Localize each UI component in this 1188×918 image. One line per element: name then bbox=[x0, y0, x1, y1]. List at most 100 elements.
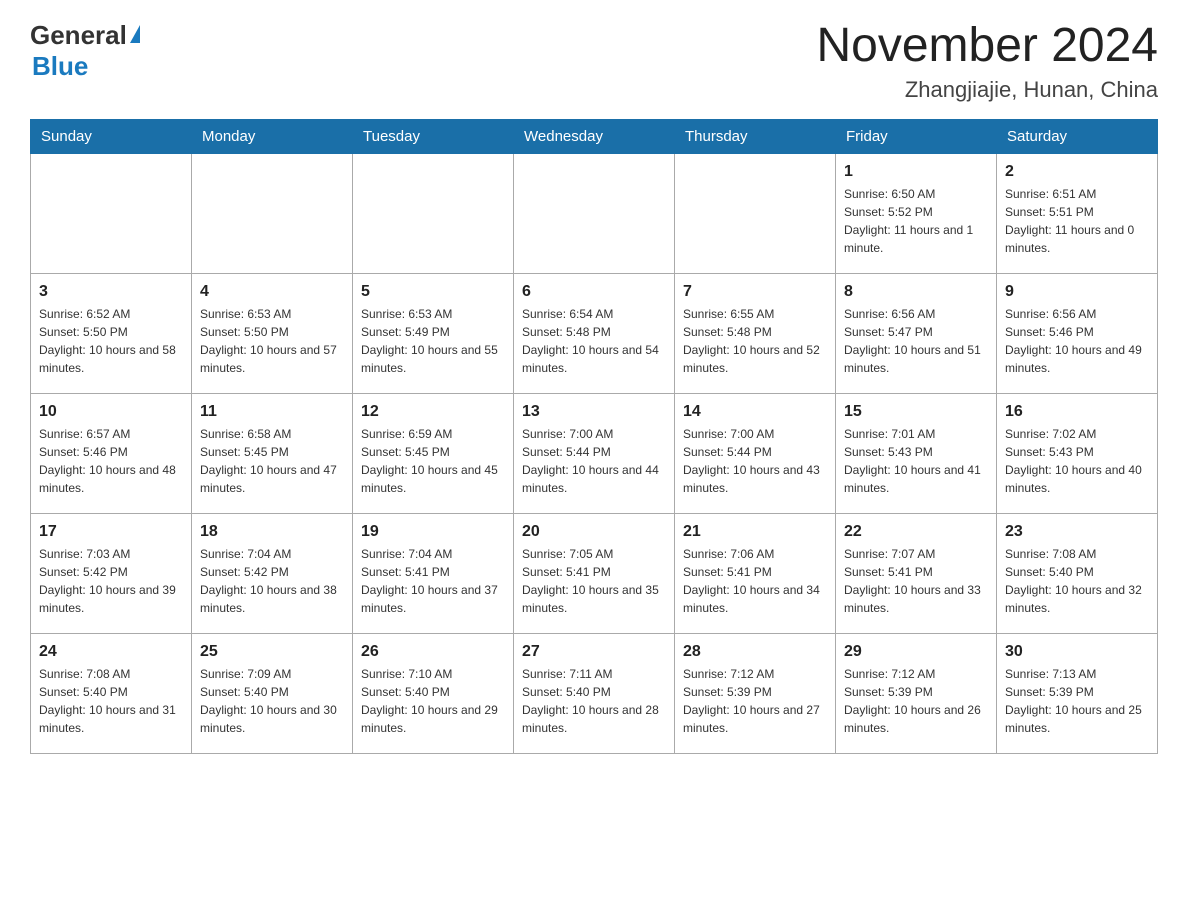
day-info: Sunrise: 7:13 AMSunset: 5:39 PMDaylight:… bbox=[1005, 665, 1149, 737]
day-number: 10 bbox=[39, 400, 183, 423]
day-number: 9 bbox=[1005, 280, 1149, 303]
day-number: 12 bbox=[361, 400, 505, 423]
calendar-cell: 12Sunrise: 6:59 AMSunset: 5:45 PMDayligh… bbox=[353, 393, 514, 513]
day-info: Sunrise: 7:08 AMSunset: 5:40 PMDaylight:… bbox=[1005, 545, 1149, 617]
day-info: Sunrise: 7:00 AMSunset: 5:44 PMDaylight:… bbox=[522, 425, 666, 497]
day-number: 21 bbox=[683, 520, 827, 543]
day-number: 13 bbox=[522, 400, 666, 423]
day-info: Sunrise: 6:50 AMSunset: 5:52 PMDaylight:… bbox=[844, 185, 988, 257]
day-number: 11 bbox=[200, 400, 344, 423]
day-number: 25 bbox=[200, 640, 344, 663]
calendar-cell: 24Sunrise: 7:08 AMSunset: 5:40 PMDayligh… bbox=[31, 633, 192, 753]
logo: General Blue bbox=[30, 20, 140, 82]
calendar-cell: 5Sunrise: 6:53 AMSunset: 5:49 PMDaylight… bbox=[353, 273, 514, 393]
day-info: Sunrise: 6:57 AMSunset: 5:46 PMDaylight:… bbox=[39, 425, 183, 497]
calendar-cell: 21Sunrise: 7:06 AMSunset: 5:41 PMDayligh… bbox=[675, 513, 836, 633]
day-info: Sunrise: 7:08 AMSunset: 5:40 PMDaylight:… bbox=[39, 665, 183, 737]
logo-triangle-icon bbox=[130, 25, 140, 43]
calendar-header-row: SundayMondayTuesdayWednesdayThursdayFrid… bbox=[31, 119, 1158, 153]
calendar-cell bbox=[514, 153, 675, 273]
calendar-cell: 29Sunrise: 7:12 AMSunset: 5:39 PMDayligh… bbox=[836, 633, 997, 753]
title-section: November 2024 Zhangjiajie, Hunan, China bbox=[816, 20, 1158, 103]
calendar-cell: 26Sunrise: 7:10 AMSunset: 5:40 PMDayligh… bbox=[353, 633, 514, 753]
calendar-cell: 27Sunrise: 7:11 AMSunset: 5:40 PMDayligh… bbox=[514, 633, 675, 753]
calendar-cell: 23Sunrise: 7:08 AMSunset: 5:40 PMDayligh… bbox=[997, 513, 1158, 633]
calendar-header-sunday: Sunday bbox=[31, 119, 192, 153]
day-info: Sunrise: 7:02 AMSunset: 5:43 PMDaylight:… bbox=[1005, 425, 1149, 497]
day-number: 3 bbox=[39, 280, 183, 303]
day-info: Sunrise: 7:00 AMSunset: 5:44 PMDaylight:… bbox=[683, 425, 827, 497]
calendar-cell bbox=[192, 153, 353, 273]
day-number: 22 bbox=[844, 520, 988, 543]
day-info: Sunrise: 7:12 AMSunset: 5:39 PMDaylight:… bbox=[844, 665, 988, 737]
page-header: General Blue November 2024 Zhangjiajie, … bbox=[30, 20, 1158, 103]
calendar-cell: 7Sunrise: 6:55 AMSunset: 5:48 PMDaylight… bbox=[675, 273, 836, 393]
day-info: Sunrise: 7:01 AMSunset: 5:43 PMDaylight:… bbox=[844, 425, 988, 497]
day-info: Sunrise: 6:55 AMSunset: 5:48 PMDaylight:… bbox=[683, 305, 827, 377]
calendar-cell: 25Sunrise: 7:09 AMSunset: 5:40 PMDayligh… bbox=[192, 633, 353, 753]
calendar-cell: 19Sunrise: 7:04 AMSunset: 5:41 PMDayligh… bbox=[353, 513, 514, 633]
day-number: 28 bbox=[683, 640, 827, 663]
location-title: Zhangjiajie, Hunan, China bbox=[816, 77, 1158, 103]
day-info: Sunrise: 6:51 AMSunset: 5:51 PMDaylight:… bbox=[1005, 185, 1149, 257]
day-number: 17 bbox=[39, 520, 183, 543]
day-number: 29 bbox=[844, 640, 988, 663]
calendar-cell: 11Sunrise: 6:58 AMSunset: 5:45 PMDayligh… bbox=[192, 393, 353, 513]
day-number: 15 bbox=[844, 400, 988, 423]
day-info: Sunrise: 6:58 AMSunset: 5:45 PMDaylight:… bbox=[200, 425, 344, 497]
day-number: 23 bbox=[1005, 520, 1149, 543]
calendar-week-row: 17Sunrise: 7:03 AMSunset: 5:42 PMDayligh… bbox=[31, 513, 1158, 633]
calendar-cell: 10Sunrise: 6:57 AMSunset: 5:46 PMDayligh… bbox=[31, 393, 192, 513]
day-number: 7 bbox=[683, 280, 827, 303]
calendar-cell: 3Sunrise: 6:52 AMSunset: 5:50 PMDaylight… bbox=[31, 273, 192, 393]
day-number: 6 bbox=[522, 280, 666, 303]
calendar-header-saturday: Saturday bbox=[997, 119, 1158, 153]
calendar-week-row: 1Sunrise: 6:50 AMSunset: 5:52 PMDaylight… bbox=[31, 153, 1158, 273]
day-number: 1 bbox=[844, 160, 988, 183]
calendar-cell: 14Sunrise: 7:00 AMSunset: 5:44 PMDayligh… bbox=[675, 393, 836, 513]
calendar-cell: 22Sunrise: 7:07 AMSunset: 5:41 PMDayligh… bbox=[836, 513, 997, 633]
day-info: Sunrise: 6:53 AMSunset: 5:50 PMDaylight:… bbox=[200, 305, 344, 377]
calendar-cell: 13Sunrise: 7:00 AMSunset: 5:44 PMDayligh… bbox=[514, 393, 675, 513]
day-info: Sunrise: 7:04 AMSunset: 5:42 PMDaylight:… bbox=[200, 545, 344, 617]
day-number: 14 bbox=[683, 400, 827, 423]
calendar-header-friday: Friday bbox=[836, 119, 997, 153]
logo-blue-text: Blue bbox=[32, 51, 88, 82]
calendar-cell: 20Sunrise: 7:05 AMSunset: 5:41 PMDayligh… bbox=[514, 513, 675, 633]
calendar-cell: 8Sunrise: 6:56 AMSunset: 5:47 PMDaylight… bbox=[836, 273, 997, 393]
calendar-cell: 18Sunrise: 7:04 AMSunset: 5:42 PMDayligh… bbox=[192, 513, 353, 633]
calendar-cell bbox=[675, 153, 836, 273]
calendar-cell: 9Sunrise: 6:56 AMSunset: 5:46 PMDaylight… bbox=[997, 273, 1158, 393]
day-number: 20 bbox=[522, 520, 666, 543]
day-number: 5 bbox=[361, 280, 505, 303]
calendar-week-row: 3Sunrise: 6:52 AMSunset: 5:50 PMDaylight… bbox=[31, 273, 1158, 393]
day-info: Sunrise: 7:04 AMSunset: 5:41 PMDaylight:… bbox=[361, 545, 505, 617]
calendar-cell: 15Sunrise: 7:01 AMSunset: 5:43 PMDayligh… bbox=[836, 393, 997, 513]
day-info: Sunrise: 6:56 AMSunset: 5:46 PMDaylight:… bbox=[1005, 305, 1149, 377]
day-info: Sunrise: 7:05 AMSunset: 5:41 PMDaylight:… bbox=[522, 545, 666, 617]
day-number: 19 bbox=[361, 520, 505, 543]
day-info: Sunrise: 6:54 AMSunset: 5:48 PMDaylight:… bbox=[522, 305, 666, 377]
calendar-cell: 16Sunrise: 7:02 AMSunset: 5:43 PMDayligh… bbox=[997, 393, 1158, 513]
calendar-week-row: 10Sunrise: 6:57 AMSunset: 5:46 PMDayligh… bbox=[31, 393, 1158, 513]
day-info: Sunrise: 6:52 AMSunset: 5:50 PMDaylight:… bbox=[39, 305, 183, 377]
calendar-cell: 1Sunrise: 6:50 AMSunset: 5:52 PMDaylight… bbox=[836, 153, 997, 273]
calendar-cell: 28Sunrise: 7:12 AMSunset: 5:39 PMDayligh… bbox=[675, 633, 836, 753]
day-info: Sunrise: 7:11 AMSunset: 5:40 PMDaylight:… bbox=[522, 665, 666, 737]
calendar-cell: 6Sunrise: 6:54 AMSunset: 5:48 PMDaylight… bbox=[514, 273, 675, 393]
day-number: 8 bbox=[844, 280, 988, 303]
day-info: Sunrise: 7:09 AMSunset: 5:40 PMDaylight:… bbox=[200, 665, 344, 737]
day-info: Sunrise: 7:07 AMSunset: 5:41 PMDaylight:… bbox=[844, 545, 988, 617]
day-number: 24 bbox=[39, 640, 183, 663]
day-number: 26 bbox=[361, 640, 505, 663]
day-number: 27 bbox=[522, 640, 666, 663]
calendar-table: SundayMondayTuesdayWednesdayThursdayFrid… bbox=[30, 119, 1158, 754]
day-number: 30 bbox=[1005, 640, 1149, 663]
day-info: Sunrise: 6:59 AMSunset: 5:45 PMDaylight:… bbox=[361, 425, 505, 497]
calendar-header-tuesday: Tuesday bbox=[353, 119, 514, 153]
day-number: 4 bbox=[200, 280, 344, 303]
calendar-header-thursday: Thursday bbox=[675, 119, 836, 153]
calendar-header-wednesday: Wednesday bbox=[514, 119, 675, 153]
day-info: Sunrise: 6:53 AMSunset: 5:49 PMDaylight:… bbox=[361, 305, 505, 377]
calendar-week-row: 24Sunrise: 7:08 AMSunset: 5:40 PMDayligh… bbox=[31, 633, 1158, 753]
